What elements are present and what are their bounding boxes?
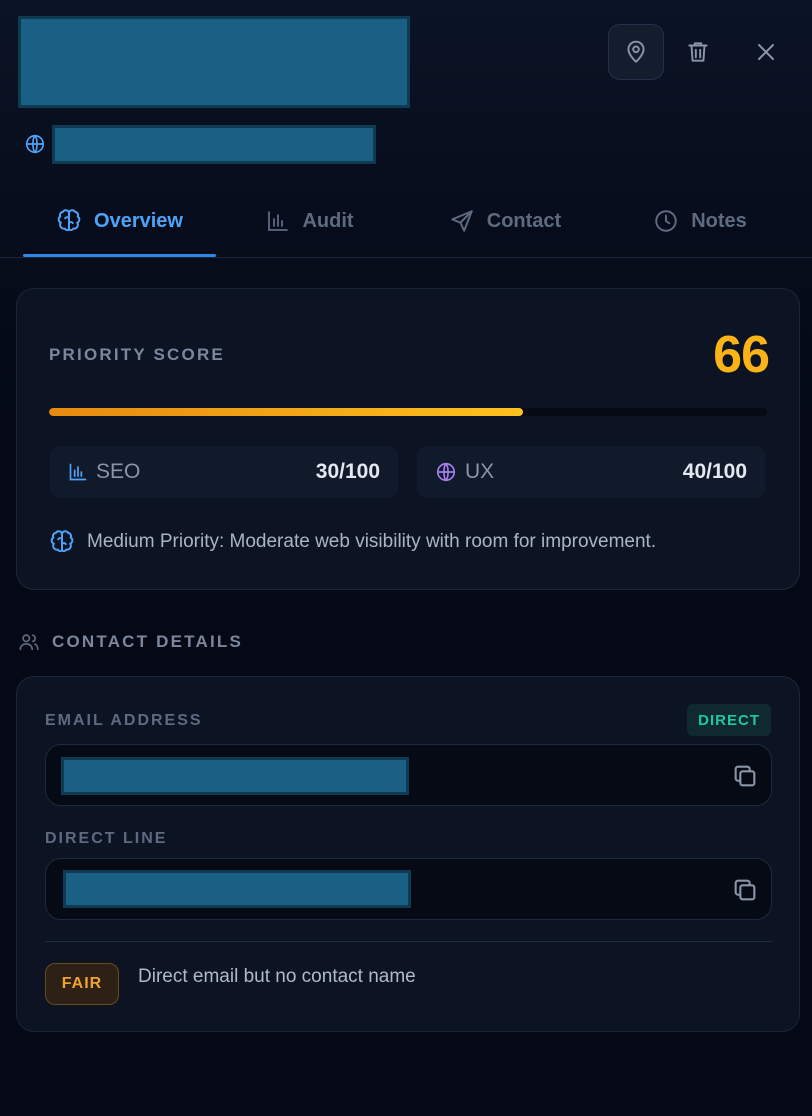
- priority-score-card: PRIORITY SCORE 66 SEO 30/100 UX 40/100 M…: [16, 288, 800, 590]
- tab-contact[interactable]: Contact: [420, 186, 590, 256]
- phone-value-redacted: [63, 870, 411, 908]
- tab-bar: Overview Audit Contact Notes: [0, 186, 812, 258]
- send-icon: [451, 210, 473, 232]
- tab-audit[interactable]: Audit: [230, 186, 390, 256]
- site-url-redacted[interactable]: [52, 125, 376, 164]
- direct-badge: DIRECT: [687, 704, 771, 736]
- tab-label: Overview: [94, 209, 183, 232]
- bar-chart-icon: [69, 463, 87, 481]
- direct-line-field[interactable]: [45, 858, 772, 920]
- score-value: 66: [713, 326, 770, 384]
- seo-value: 30/100: [315, 460, 380, 483]
- email-label: EMAIL ADDRESS: [45, 712, 203, 729]
- bar-chart-icon: [268, 211, 289, 231]
- copy-icon[interactable]: [731, 762, 759, 790]
- globe-icon: [436, 462, 456, 482]
- trash-icon: [688, 42, 708, 62]
- tab-label: Contact: [486, 209, 562, 232]
- map-pin-icon: [627, 40, 645, 63]
- score-progress-fill: [49, 408, 523, 416]
- priority-summary-text: Medium Priority: Moderate web visibility…: [87, 531, 657, 552]
- close-icon: [758, 44, 774, 60]
- ux-label: UX: [465, 460, 495, 483]
- close-button[interactable]: [746, 32, 786, 72]
- score-label: PRIORITY SCORE: [49, 345, 225, 364]
- header-actions: [608, 24, 788, 80]
- quality-badge: FAIR: [45, 963, 119, 1005]
- contact-card: EMAIL ADDRESS DIRECT DIRECT LINE FAIR Di…: [16, 676, 800, 1032]
- globe-icon: [25, 134, 45, 154]
- ux-value: 40/100: [682, 460, 747, 483]
- clock-icon: [655, 210, 677, 232]
- tab-notes[interactable]: Notes: [620, 186, 780, 256]
- tab-label: Notes: [691, 209, 747, 232]
- seo-metric: SEO 30/100: [50, 446, 398, 498]
- quality-description: Direct email but no contact name: [138, 966, 416, 987]
- seo-label: SEO: [96, 460, 141, 483]
- ux-metric: UX 40/100: [417, 446, 765, 498]
- copy-icon[interactable]: [731, 876, 759, 904]
- map-pin-button[interactable]: [608, 24, 664, 80]
- score-progress-bar: [49, 408, 767, 416]
- email-value-redacted: [61, 757, 409, 795]
- direct-line-label: DIRECT LINE: [45, 830, 168, 847]
- email-field[interactable]: [45, 744, 772, 806]
- contact-heading-text: CONTACT DETAILS: [52, 632, 244, 651]
- brain-icon: [50, 530, 74, 553]
- site-title-redacted: [18, 16, 410, 108]
- delete-button[interactable]: [678, 32, 718, 72]
- tab-label: Audit: [302, 209, 354, 232]
- brain-icon: [57, 209, 81, 232]
- users-icon: [19, 634, 39, 651]
- contact-details-heading: CONTACT DETAILS: [18, 631, 243, 653]
- divider: [45, 941, 772, 942]
- tab-overview[interactable]: Overview: [23, 186, 216, 257]
- priority-summary: Medium Priority: Moderate web visibility…: [49, 529, 656, 555]
